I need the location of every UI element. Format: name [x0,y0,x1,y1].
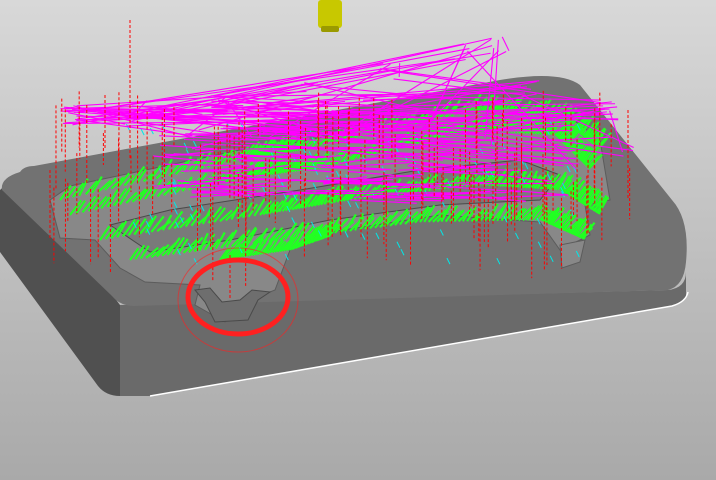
cam-scene[interactable] [0,0,716,480]
rapid-move [372,196,424,199]
rapid-move [501,36,510,52]
rapid-move [339,192,416,195]
lead-move [140,128,145,136]
rapid-move [217,185,288,188]
end-mill-tool-icon[interactable] [318,0,342,32]
rapid-move [191,192,264,195]
rapid-move [191,190,256,193]
rapid-move [394,199,444,202]
3d-viewport[interactable] [0,0,716,480]
lead-move [149,127,154,135]
